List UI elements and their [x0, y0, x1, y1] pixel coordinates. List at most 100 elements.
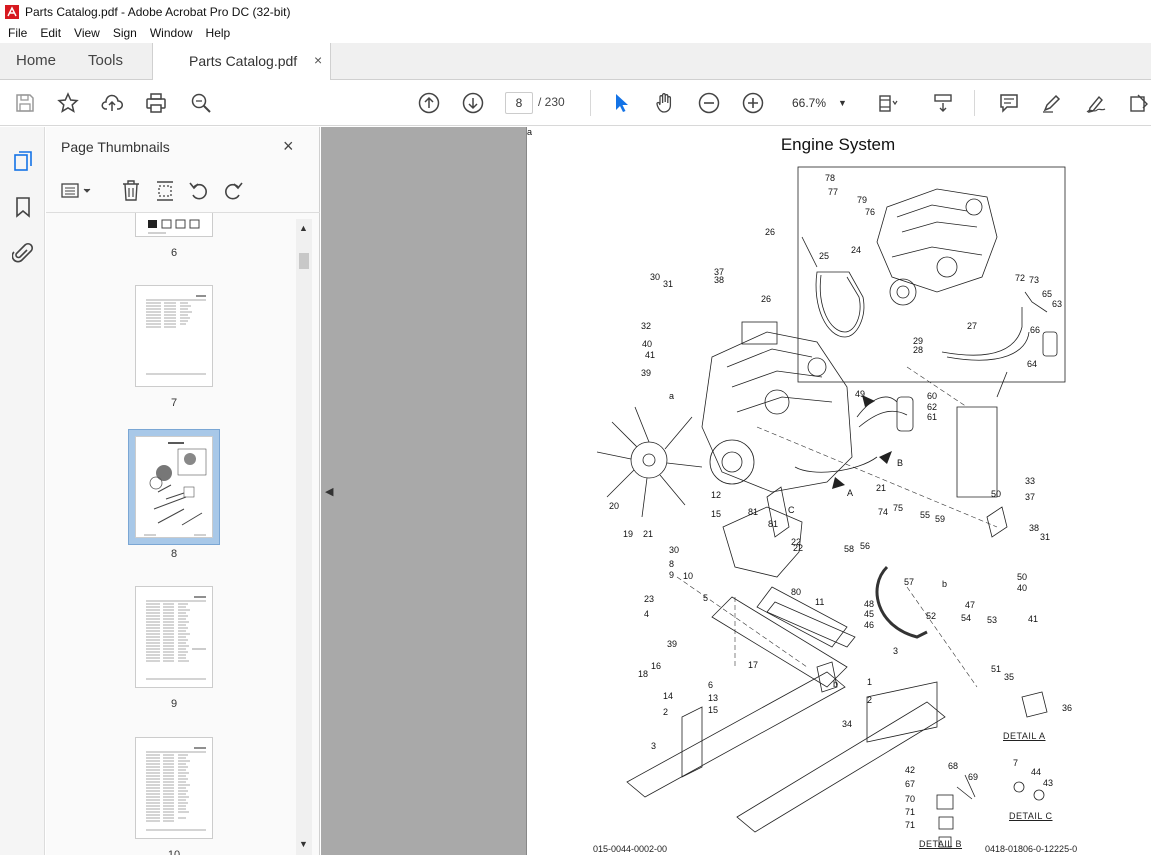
callout-number: 81 — [768, 519, 779, 529]
sign-icon[interactable] — [1084, 91, 1108, 115]
menu-window[interactable]: Window — [150, 26, 193, 40]
comment-icon[interactable] — [997, 91, 1021, 115]
callout-number: 38 — [1029, 523, 1040, 533]
thumbnail-page-number: 9 — [170, 698, 178, 710]
callout-number: 3 — [893, 646, 899, 656]
more-tools-icon[interactable] — [1127, 91, 1151, 115]
callout-number: C — [788, 505, 795, 515]
save-icon[interactable] — [13, 91, 37, 115]
callout-number: 1 — [867, 677, 873, 687]
callout-number: 63 — [1052, 299, 1063, 309]
scrollbar-thumb[interactable] — [299, 253, 309, 269]
document-code-right: 0418-01806-0-12225-0 — [985, 844, 1078, 854]
callout-number: 22 — [793, 543, 804, 553]
upload-cloud-icon[interactable] — [100, 91, 124, 115]
callout-number: 52 — [926, 611, 937, 621]
callout-number: 38 — [714, 275, 725, 285]
menu-sign[interactable]: Sign — [113, 26, 137, 40]
extract-pages-icon[interactable] — [154, 179, 176, 203]
detail-b-label: DETAIL B — [919, 839, 963, 849]
zoom-search-icon[interactable] — [189, 91, 213, 115]
callout-number: 53 — [987, 615, 998, 625]
callout-number: 66 — [1030, 325, 1041, 335]
callout-number: 23 — [644, 594, 655, 604]
callout-number: 4 — [644, 609, 650, 619]
page-thumbnails-icon[interactable] — [11, 149, 35, 173]
page-thumbnails-panel: Page Thumbnails × 6 7 8 9 10 ▲ ▼ — [46, 127, 320, 855]
bookmark-icon[interactable] — [12, 195, 34, 219]
thumbnail-page[interactable] — [135, 737, 213, 839]
tab-tools[interactable]: Tools — [88, 43, 123, 79]
callout-number: 28 — [913, 345, 924, 355]
select-cursor-icon[interactable] — [609, 91, 633, 115]
next-page-icon[interactable] — [461, 91, 485, 115]
zoom-out-icon[interactable] — [697, 91, 721, 115]
callout-number: 46 — [864, 620, 875, 630]
callout-number: 68 — [948, 761, 959, 771]
callout-number: 73 — [1029, 275, 1040, 285]
callout-number: 74 — [878, 507, 889, 517]
thumbnail-list: 6 7 8 9 10 — [46, 213, 296, 855]
callout-number: 47 — [965, 600, 976, 610]
previous-page-icon[interactable] — [417, 91, 441, 115]
thumbnail-scrollbar[interactable]: ▲ ▼ — [296, 219, 312, 855]
callout-number: 76 — [865, 207, 876, 217]
callout-number: 81 — [748, 507, 759, 517]
acrobat-icon — [5, 4, 19, 19]
callout-number: 39 — [641, 368, 652, 378]
thumbnail-page[interactable] — [135, 213, 213, 237]
rotate-left-icon[interactable] — [188, 179, 210, 203]
callout-number: 19 — [623, 529, 634, 539]
page-fit-icon[interactable] — [876, 91, 900, 115]
options-menu-icon[interactable] — [60, 181, 94, 201]
zoom-select[interactable]: 66.7% ▼ — [786, 92, 856, 114]
callout-number: 80 — [791, 587, 802, 597]
tab-document[interactable]: Parts Catalog.pdf × — [152, 43, 331, 80]
detail-c-label: DETAIL C — [1009, 811, 1053, 821]
collapse-panel-icon[interactable]: ◀ — [325, 485, 333, 498]
thumbnail-page[interactable] — [135, 586, 213, 688]
detail-a-label: DETAIL A — [1003, 731, 1046, 741]
tab-document-label: Parts Catalog.pdf — [189, 53, 298, 69]
callout-number: 12 — [711, 490, 722, 500]
callout-number: 42 — [905, 765, 916, 775]
scroll-up-icon[interactable]: ▲ — [299, 223, 308, 233]
callout-number: 15 — [708, 705, 719, 715]
exploded-parts-diagram — [596, 166, 1066, 848]
callout-number: 65 — [1042, 289, 1053, 299]
highlight-pen-icon[interactable] — [1040, 91, 1064, 115]
navigation-rail — [0, 127, 45, 855]
callout-number: 25 — [819, 251, 830, 261]
menu-file[interactable]: File — [8, 26, 27, 40]
tab-home[interactable]: Home — [16, 43, 56, 79]
zoom-in-icon[interactable] — [741, 91, 765, 115]
menu-help[interactable]: Help — [206, 26, 231, 40]
menu-edit[interactable]: Edit — [40, 26, 61, 40]
callout-number: 24 — [851, 245, 862, 255]
callout-number: 40 — [1017, 583, 1028, 593]
hand-tool-icon[interactable] — [653, 91, 677, 115]
thumbnail-page[interactable] — [135, 285, 213, 387]
callout-number: 58 — [844, 544, 855, 554]
attachment-icon[interactable] — [11, 242, 34, 266]
document-canvas[interactable]: ◀ Engine System 78 77 79 76 26 25 24 27 … — [321, 127, 1151, 855]
thumbnail-page-selected[interactable] — [135, 436, 213, 538]
callout-number: 70 — [905, 794, 916, 804]
menu-view[interactable]: View — [74, 26, 100, 40]
print-icon[interactable] — [144, 91, 168, 115]
rotate-right-icon[interactable] — [222, 179, 244, 203]
close-panel-button[interactable]: × — [283, 136, 294, 157]
callout-number: 48 — [864, 599, 875, 609]
callout-number: 54 — [961, 613, 972, 623]
tab-close-button[interactable]: × — [314, 52, 322, 68]
scroll-down-icon[interactable]: ▼ — [299, 839, 308, 849]
callout-number: 10 — [683, 571, 694, 581]
callout-number: 13 — [708, 693, 719, 703]
page-number-input[interactable]: 8 — [505, 92, 533, 114]
callout-number: 50 — [1017, 572, 1028, 582]
scrolling-mode-icon[interactable] — [931, 91, 955, 115]
star-icon[interactable] — [56, 91, 80, 115]
delete-icon[interactable] — [120, 179, 142, 203]
callout-number: 11 — [815, 597, 825, 607]
callout-number: 55 — [920, 510, 931, 520]
